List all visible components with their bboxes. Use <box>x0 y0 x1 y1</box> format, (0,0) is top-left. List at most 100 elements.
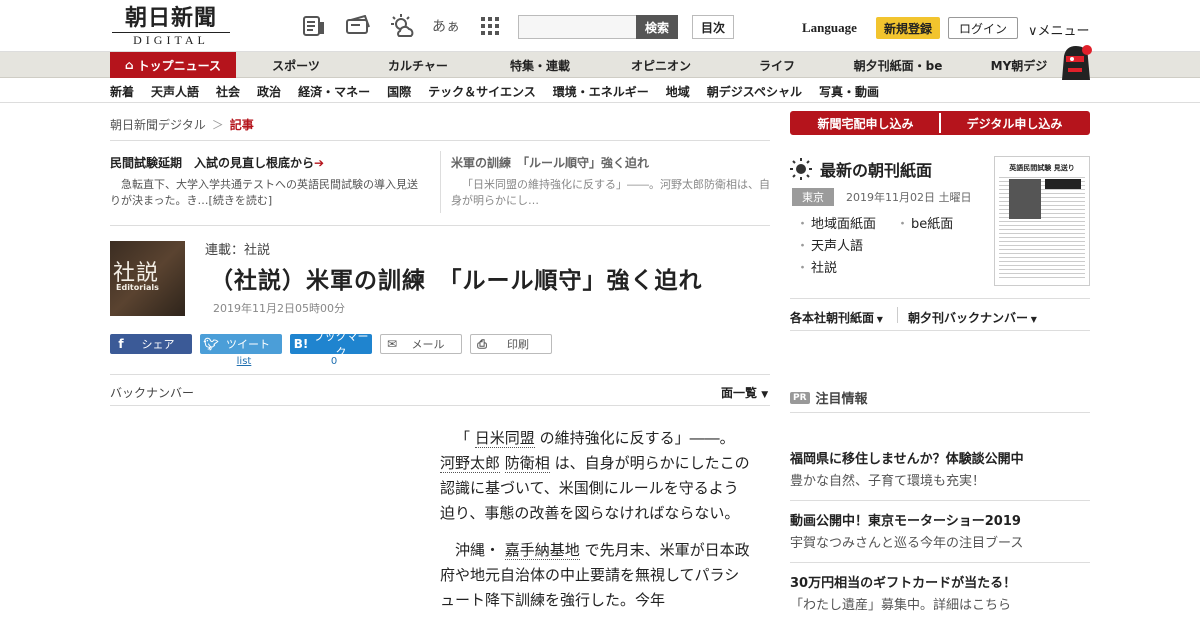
nav-paper[interactable]: 朝夕刊紙面・be <box>832 52 964 78</box>
subnav-region[interactable]: 地域 <box>666 83 690 100</box>
link-regional-page[interactable]: 地域面紙面 <box>796 213 896 235</box>
subnav-tech-science[interactable]: テック＆サイエンス <box>428 83 536 100</box>
breadcrumb-current: 記事 <box>229 118 254 132</box>
pr-item[interactable]: 30万円相当のギフトカードが当たる！ 「わたし遺産」募集中。詳細はこちら <box>790 575 1090 615</box>
subnav-international[interactable]: 国際 <box>387 83 411 100</box>
pr-title: 注目情報 <box>815 392 868 407</box>
nav-label: トップニュース <box>137 58 221 73</box>
language-link[interactable]: Language <box>802 20 857 36</box>
search-input[interactable] <box>518 15 636 39</box>
keyword-link[interactable]: 防衛相 <box>504 454 550 473</box>
text: の維持強化に反する」――。 <box>539 429 735 447</box>
link-editorial[interactable]: 社説 <box>796 257 896 279</box>
twitter-count[interactable]: list <box>203 356 285 367</box>
nav-top-news[interactable]: ⌂ トップニュース <box>110 52 236 78</box>
pr-item[interactable]: 動画公開中！東京モーターショー2019 宇賀なつみさんと巡る今年の注目ブース <box>790 513 1090 553</box>
keyword-link[interactable]: 河野太郎 <box>440 454 501 473</box>
sub-nav: 新着 天声人語 社会 政治 経済・マネー 国際 テック＆サイエンス 環境・エネル… <box>0 79 1200 103</box>
hatena-icon: B! <box>293 337 309 351</box>
paper-links: 地域面紙面be紙面 天声人語 社説 <box>796 213 996 279</box>
divider <box>790 298 1090 299</box>
twitter-icon: 🐦︎ <box>203 337 219 351</box>
facebook-share-button[interactable]: f シェア <box>110 334 192 354</box>
site-logo[interactable]: 朝日新聞 DIGITAL <box>112 6 230 47</box>
header-icons: あぁ <box>300 12 504 40</box>
search-button[interactable]: 検索 <box>636 15 678 39</box>
home-delivery-button[interactable]: 新聞宅配申し込み <box>792 113 939 133</box>
ticket-icon[interactable] <box>344 12 372 40</box>
subnav-politics[interactable]: 政治 <box>257 83 281 100</box>
contents-button[interactable]: 目次 <box>692 15 734 39</box>
teaser-title-text: 民間試験延期 入試の見直し根底から <box>110 156 315 170</box>
paper-meta: 東京 2019年11月02日 土曜日 <box>792 188 972 206</box>
share-label: メール <box>411 338 445 351</box>
subnav-latest[interactable]: 新着 <box>110 83 134 100</box>
divider <box>790 330 1090 331</box>
backnumber-dropdown[interactable]: 朝夕刊バックナンバー <box>908 309 1037 326</box>
text: 沖縄・ <box>455 541 501 559</box>
pr-item-sub: 豊かな自然、子育て環境も充実！ <box>790 474 986 489</box>
print-icon: ⎙ <box>477 336 487 351</box>
divider <box>790 412 1090 413</box>
pr-item-sub: 「わたし遺産」募集中。詳細はこちら <box>790 598 1012 613</box>
nav-life[interactable]: ライフ <box>722 52 832 78</box>
menu-button[interactable]: ∨メニュー <box>1028 20 1090 39</box>
teaser-card[interactable]: 民間試験延期 入試の見直し根底から➔ 急転直下、大学入学共通テストへの英語民間試… <box>110 155 426 209</box>
subnav-environment[interactable]: 環境・エネルギー <box>553 83 649 100</box>
menu-label: メニュー <box>1037 24 1090 39</box>
link-tenseijingo[interactable]: 天声人語 <box>796 235 896 257</box>
subnav-society[interactable]: 社会 <box>216 83 240 100</box>
keyword-link[interactable]: 日米同盟 <box>474 429 535 448</box>
page-list-dropdown[interactable]: 面一覧 ▼ <box>721 384 768 401</box>
paper-photo <box>1009 179 1041 219</box>
weather-icon[interactable] <box>388 12 416 40</box>
divider <box>110 225 770 226</box>
nav-culture[interactable]: カルチャー <box>356 52 480 78</box>
subnav-economy[interactable]: 経済・マネー <box>298 83 370 100</box>
mail-button[interactable]: ✉ メール <box>380 334 462 354</box>
teaser-card[interactable]: 米軍の訓練 「ルール順守」強く迫れ 「日米同盟の維持強化に反する」――。河野太郎… <box>451 155 771 209</box>
keyword-link[interactable]: 嘉手納基地 <box>504 541 580 560</box>
subnav-special[interactable]: 朝デジスペシャル <box>707 83 802 100</box>
link-be-page[interactable]: be紙面 <box>896 213 996 235</box>
site-header: 朝日新聞 DIGITAL あぁ 検索 目次 Language 新規登録 ログイン… <box>0 0 1200 52</box>
newspaper-icon[interactable] <box>300 12 328 40</box>
nav-features[interactable]: 特集・連載 <box>480 52 600 78</box>
share-label: シェア <box>141 338 175 351</box>
nav-sports[interactable]: スポーツ <box>236 52 356 78</box>
print-button[interactable]: ⎙ 印刷 <box>470 334 552 354</box>
main-nav: ⌂ トップニュース スポーツ カルチャー 特集・連載 オピニオン ライフ 朝夕刊紙… <box>0 52 1200 78</box>
subnav-photo-video[interactable]: 写真・動画 <box>819 83 879 100</box>
prefecture-badge[interactable]: 東京 <box>792 188 834 206</box>
paper-image: 英語民間試験 見送り <box>999 161 1085 281</box>
digital-subscribe-button[interactable]: デジタル申し込み <box>939 113 1088 133</box>
paper-date: 2019年11月02日 土曜日 <box>846 191 972 204</box>
article-date: 2019年11月2日05時00分 <box>213 302 345 315</box>
hatena-bookmark-button[interactable]: B! ブックマーク <box>290 330 372 359</box>
facebook-icon: f <box>118 337 124 351</box>
divider <box>110 374 770 375</box>
mascot-icon <box>1062 45 1092 80</box>
search-bar: 検索 <box>518 15 678 39</box>
nav-opinion[interactable]: オピニオン <box>600 52 722 78</box>
home-icon: ⌂ <box>125 58 134 72</box>
regional-editions-dropdown[interactable]: 各本社朝刊紙面 <box>790 309 883 326</box>
breadcrumb-home[interactable]: 朝日新聞デジタル <box>110 118 206 132</box>
paper-block <box>1045 179 1081 189</box>
backnumber-label[interactable]: バックナンバー <box>110 384 194 401</box>
pr-item[interactable]: 福岡県に移住しませんか？体験談公開中 豊かな自然、子育て環境も充実！ <box>790 451 1090 491</box>
grid-menu-icon[interactable] <box>476 12 504 40</box>
paper-headline: 英語民間試験 見送り <box>999 161 1085 175</box>
series-label[interactable]: 連載：社説 <box>205 239 270 258</box>
share-label: ツイート <box>226 338 270 351</box>
sun-icon <box>790 158 812 180</box>
share-label: 印刷 <box>507 338 529 351</box>
hatena-count[interactable]: 0 <box>293 356 375 367</box>
login-button[interactable]: ログイン <box>948 17 1018 39</box>
signup-button[interactable]: 新規登録 <box>876 17 940 39</box>
subnav-tenseijingo[interactable]: 天声人語 <box>151 83 199 100</box>
twitter-share-button[interactable]: 🐦︎ ツイート <box>200 334 282 354</box>
paper-thumbnail[interactable]: 英語民間試験 見送り <box>994 156 1090 286</box>
font-size-icon[interactable]: あぁ <box>432 12 460 40</box>
divider <box>110 140 770 141</box>
